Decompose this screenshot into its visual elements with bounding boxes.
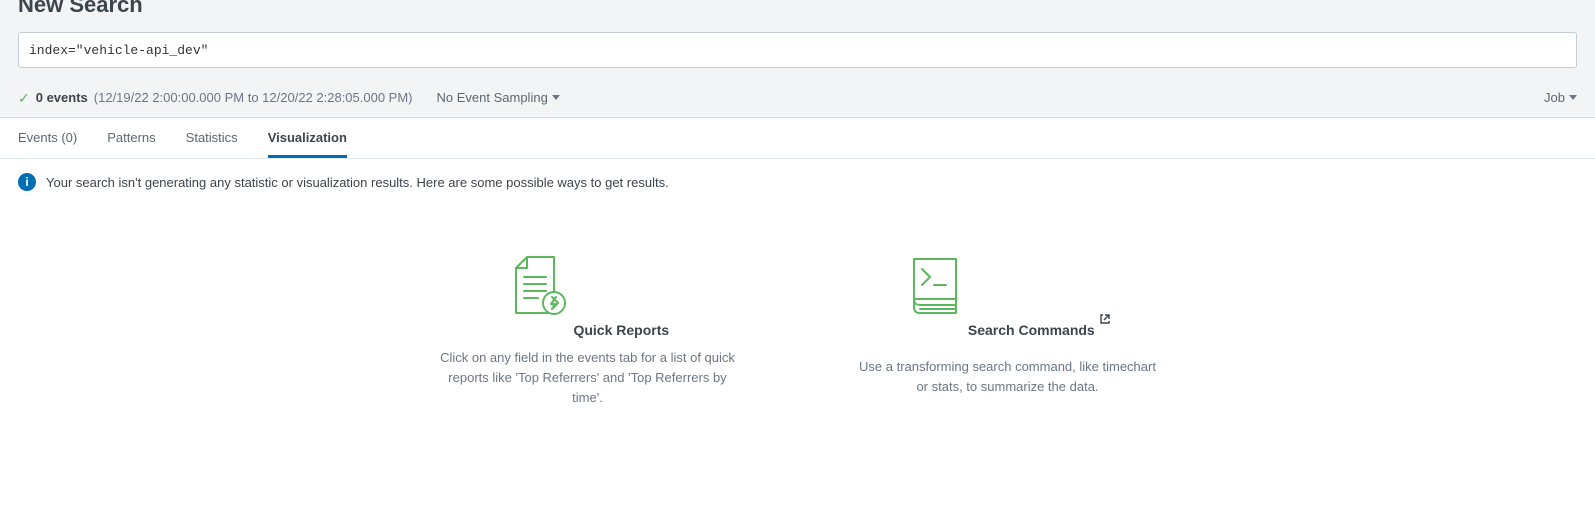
external-link-icon [1099,313,1111,346]
job-label: Job [1544,90,1565,105]
time-range-text: (12/19/22 2:00:00.000 PM to 12/20/22 2:2… [94,90,413,105]
tab-events[interactable]: Events (0) [18,118,77,158]
help-cards: Quick Reports Click on any field in the … [0,205,1595,448]
terminal-book-icon [904,255,964,317]
chevron-down-icon [1569,95,1577,100]
tab-statistics[interactable]: Statistics [186,118,238,158]
quick-reports-title: Quick Reports [573,322,669,338]
sampling-label: No Event Sampling [437,90,548,105]
search-bar-row [18,32,1577,80]
info-message: Your search isn't generating any statist… [46,175,669,190]
report-document-icon [506,255,570,317]
status-row: ✓ 0 events (12/19/22 2:00:00.000 PM to 1… [18,80,1577,117]
search-query-input[interactable] [18,32,1577,68]
page-title: New Search [18,0,1577,24]
events-count: 0 events [36,90,88,105]
quick-reports-desc: Click on any field in the events tab for… [438,348,738,408]
results-tabs: Events (0) Patterns Statistics Visualiza… [0,118,1595,159]
quick-reports-card: Quick Reports Click on any field in the … [438,255,738,408]
tab-visualization[interactable]: Visualization [268,118,347,158]
search-commands-title: Search Commands [968,322,1095,338]
job-menu[interactable]: Job [1544,90,1577,105]
info-banner: i Your search isn't generating any stati… [0,159,1595,205]
search-commands-card[interactable]: Search Commands Use a transforming searc… [858,255,1158,408]
info-icon: i [18,173,36,191]
check-icon: ✓ [18,91,30,105]
search-status: ✓ 0 events (12/19/22 2:00:00.000 PM to 1… [18,90,413,105]
search-commands-desc: Use a transforming search command, like … [858,357,1158,397]
tab-patterns[interactable]: Patterns [107,118,155,158]
event-sampling-dropdown[interactable]: No Event Sampling [437,90,560,105]
chevron-down-icon [552,95,560,100]
